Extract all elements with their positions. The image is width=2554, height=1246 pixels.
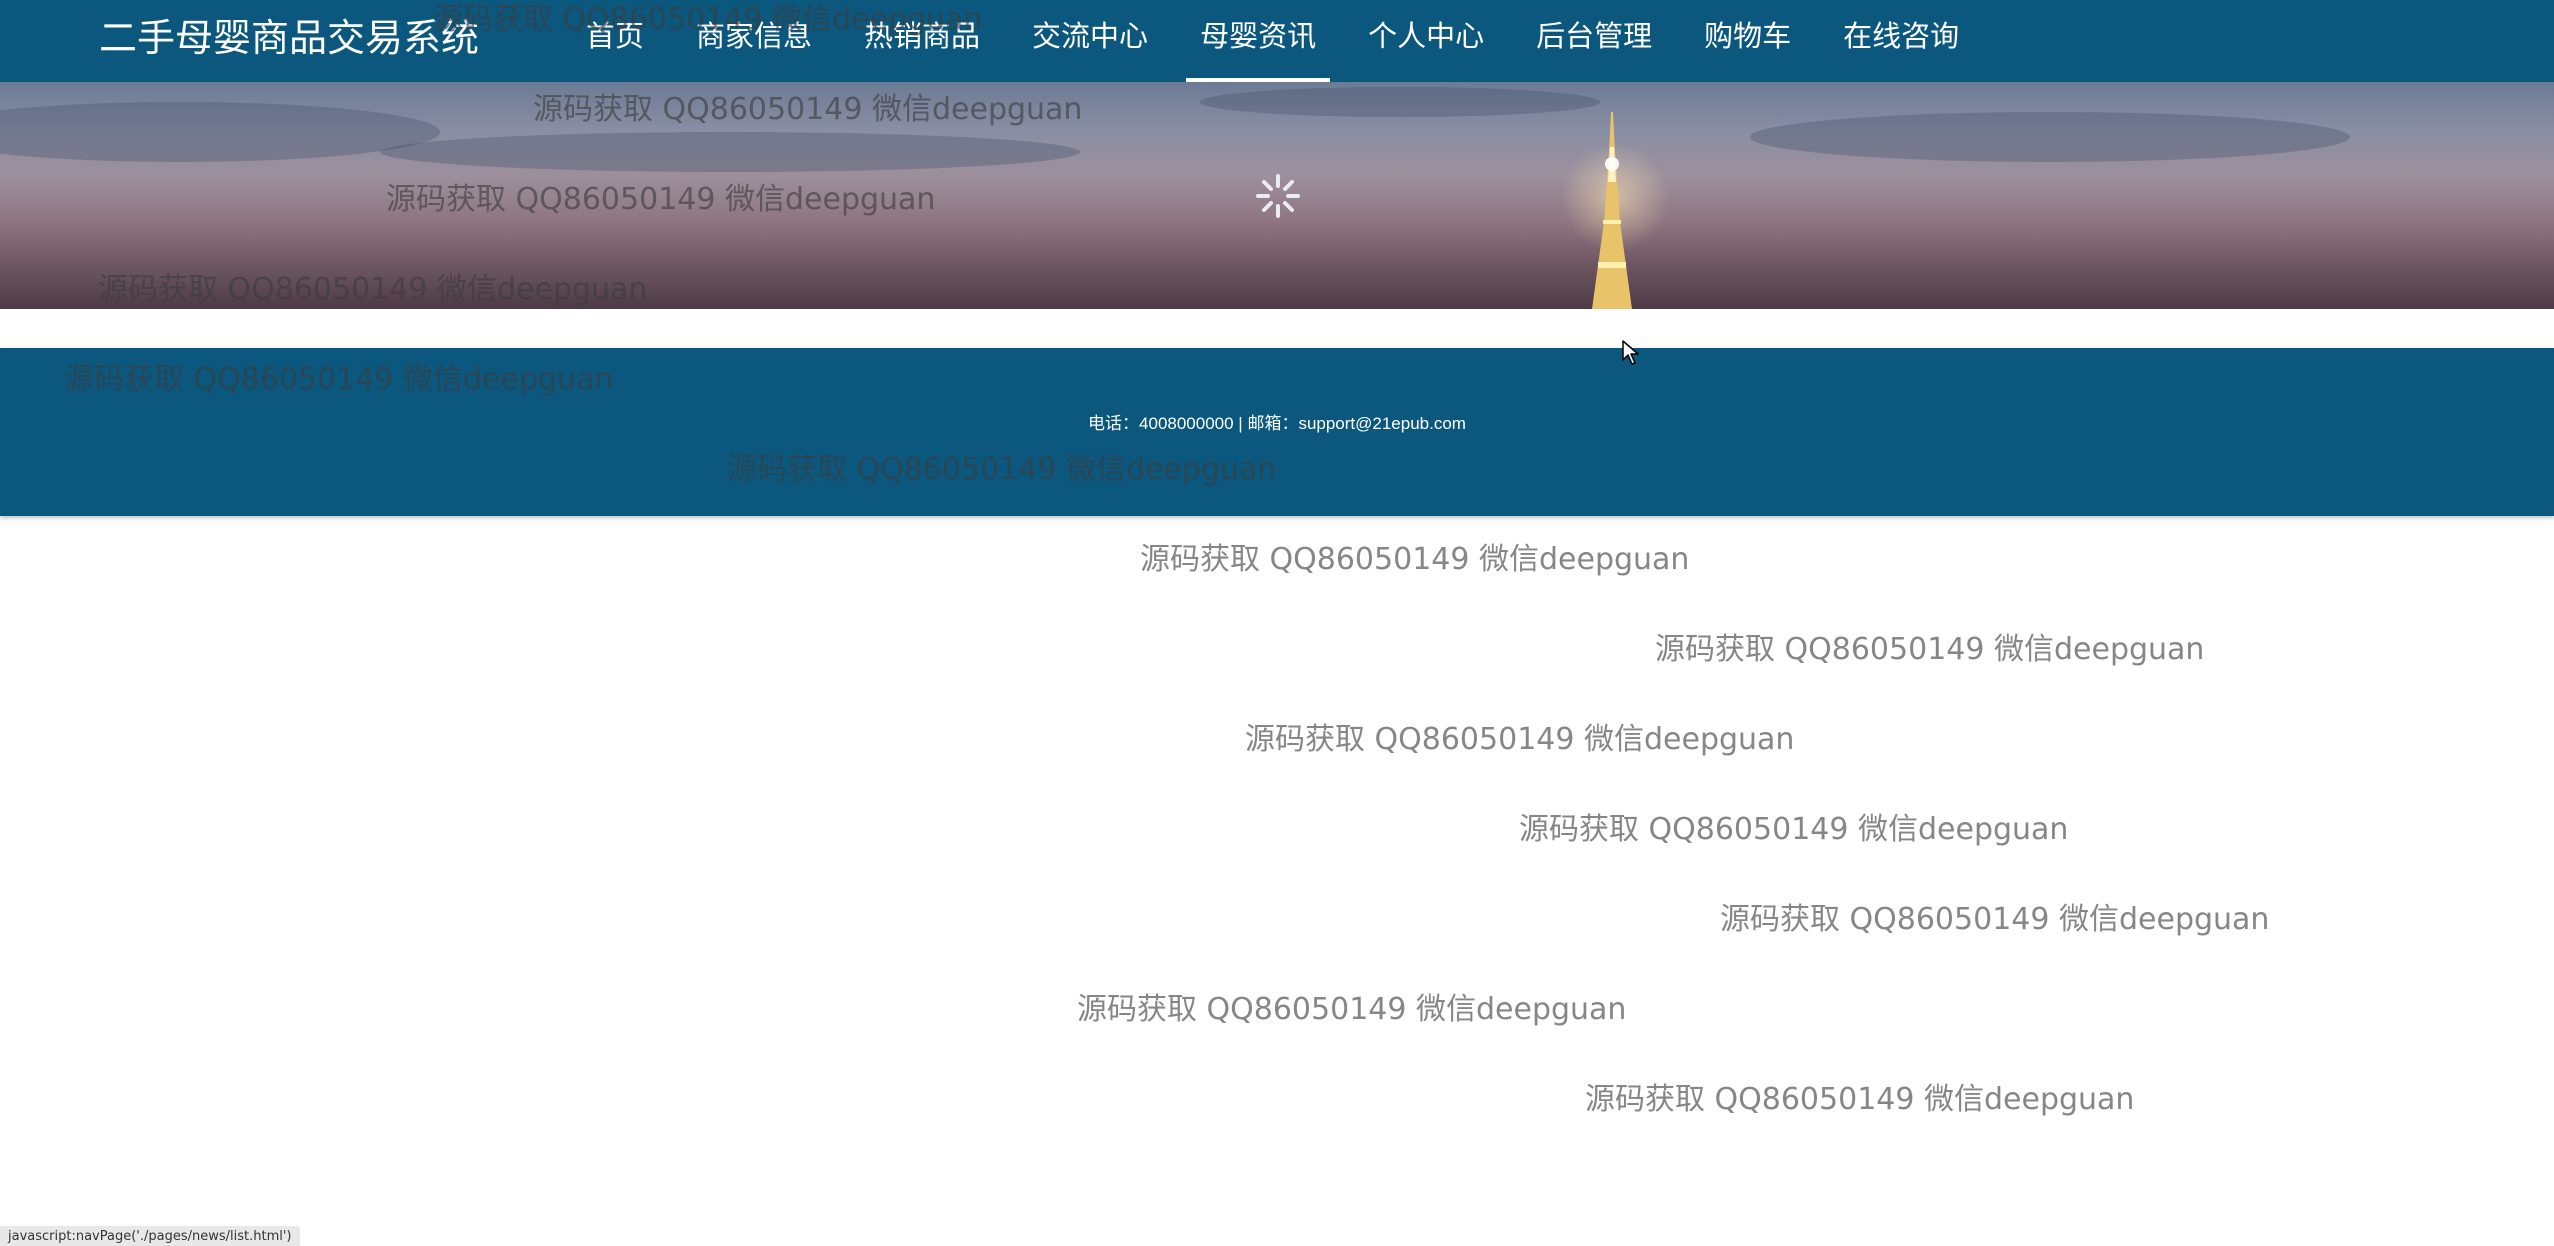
page-footer: 电话：4008000000 | 邮箱：support@21epub.com [0,348,2554,516]
nav-item-news[interactable]: 母婴资讯 [1174,0,1342,82]
eiffel-tower-image [1592,112,1632,309]
nav-item-user-center[interactable]: 个人中心 [1342,0,1510,82]
footer-contact-info: 电话：4008000000 | 邮箱：support@21epub.com [1088,414,1466,433]
nav-item-label: 后台管理 [1536,19,1653,53]
nav-item-label: 个人中心 [1368,19,1485,53]
watermark-text: 源码获取 QQ86050149 微信deepguan [1077,992,1627,1027]
loading-spinner-icon [1256,174,1300,218]
banner-image [0,82,2554,309]
watermark-text: 源码获取 QQ86050149 微信deepguan [1245,722,1795,757]
nav-item-label: 热销商品 [864,19,981,53]
watermark-text: 源码获取 QQ86050149 微信deepguan [1140,542,1690,577]
nav-item-home[interactable]: 首页 [560,0,670,82]
cloud-shape [0,102,440,162]
cloud-shape [380,132,1080,172]
nav-item-hot-products[interactable]: 热销商品 [838,0,1006,82]
nav-item-label: 购物车 [1704,19,1792,53]
watermark-text: 源码获取 QQ86050149 微信deepguan [1655,632,2205,667]
nav-item-cart[interactable]: 购物车 [1678,0,1817,82]
nav-item-merchant-info[interactable]: 商家信息 [670,0,838,82]
cloud-shape [1200,87,1600,117]
nav-item-label: 母婴资讯 [1200,19,1317,53]
nav-item-admin[interactable]: 后台管理 [1510,0,1678,82]
nav-item-label: 商家信息 [696,19,813,53]
top-navbar: 二手母婴商品交易系统 首页 商家信息 热销商品 交流中心 母婴资讯 个人中心 后… [0,0,2554,82]
nav-item-label: 交流中心 [1032,19,1149,53]
watermark-text: 源码获取 QQ86050149 微信deepguan [1720,902,2270,937]
browser-status-bar: javascript:navPage('./pages/news/list.ht… [0,1226,300,1246]
nav-item-label: 首页 [586,19,645,53]
nav-item-online-chat[interactable]: 在线咨询 [1817,0,1985,82]
cloud-shape [1750,112,2350,162]
main-nav: 首页 商家信息 热销商品 交流中心 母婴资讯 个人中心 后台管理 购物车 在线咨… [560,0,1985,82]
watermark-text: 源码获取 QQ86050149 微信deepguan [1519,812,2069,847]
mouse-cursor-icon [1622,340,1639,365]
watermark-text: 源码获取 QQ86050149 微信deepguan [1585,1082,2135,1117]
nav-item-label: 在线咨询 [1843,19,1960,53]
site-title[interactable]: 二手母婴商品交易系统 [99,16,479,60]
page-root: 二手母婴商品交易系统 首页 商家信息 热销商品 交流中心 母婴资讯 个人中心 后… [0,0,2554,1246]
nav-item-forum[interactable]: 交流中心 [1006,0,1174,82]
